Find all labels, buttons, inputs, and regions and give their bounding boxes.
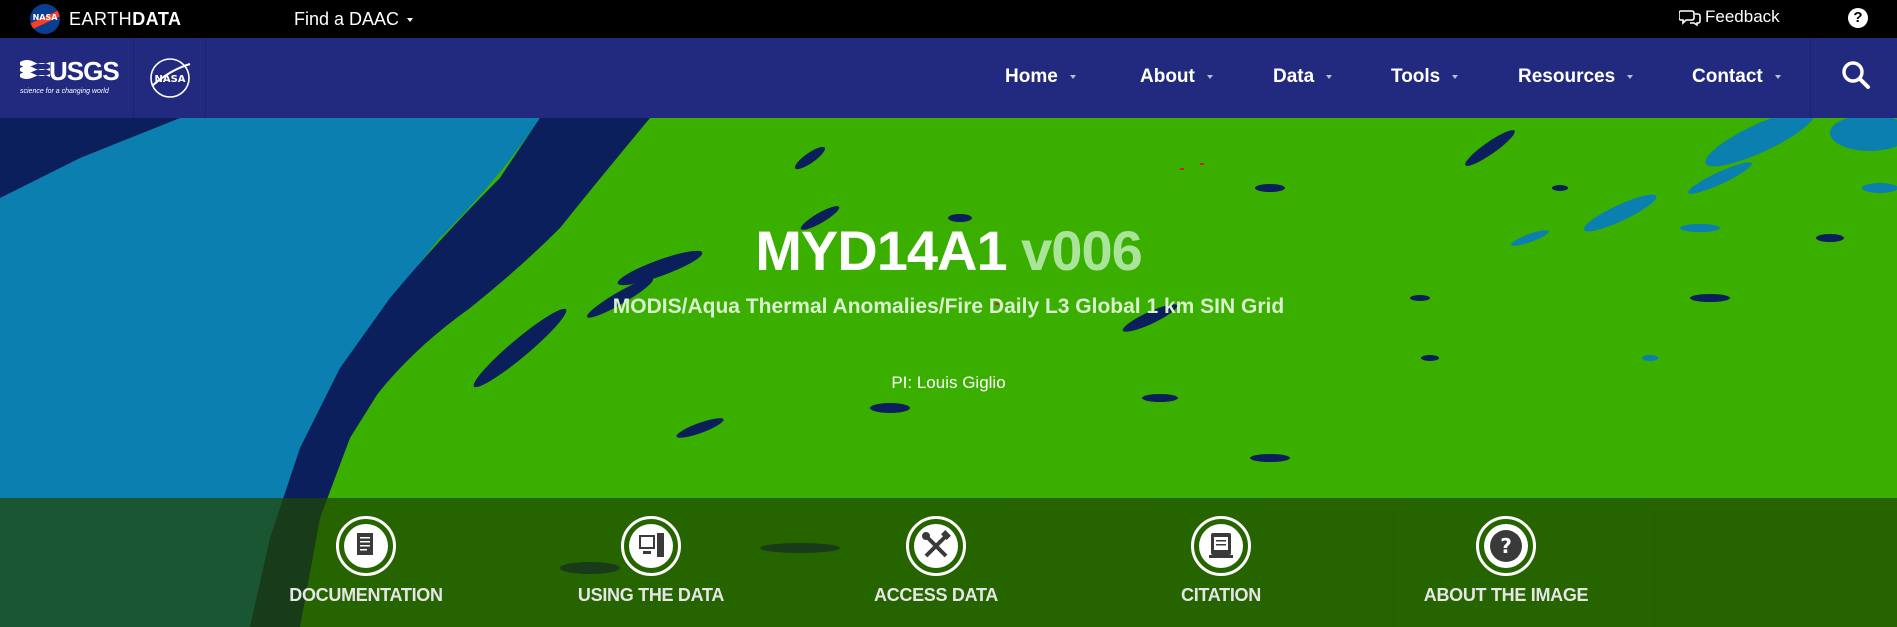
access-data-label: ACCESS DATA bbox=[873, 585, 999, 605]
chevron-down-icon bbox=[1452, 74, 1459, 79]
about-the-image-button[interactable]: ? ABOUT THE IMAGE bbox=[1386, 498, 1626, 627]
feedback-label: Feedback bbox=[1705, 7, 1780, 26]
product-version: v006 bbox=[1021, 219, 1143, 282]
search-icon bbox=[1842, 61, 1870, 89]
usgs-wave-icon bbox=[20, 60, 50, 79]
using-the-data-button[interactable]: USING THE DATA bbox=[531, 498, 771, 627]
earthdata-wordmark: EARTHDATA bbox=[69, 8, 182, 29]
main-navbar: USGS science for a changing world NASA H… bbox=[0, 38, 1897, 118]
chevron-down-icon bbox=[1069, 74, 1076, 79]
search-button[interactable] bbox=[1810, 38, 1897, 118]
earthdata-topbar: NASA EARTHDATA Find a DAAC Feedback ? bbox=[0, 0, 1897, 38]
about-the-image-label: ABOUT THE IMAGE bbox=[1423, 585, 1589, 605]
citation-label: CITATION bbox=[1181, 585, 1261, 605]
chevron-down-icon bbox=[1774, 74, 1781, 79]
tools-icon bbox=[906, 516, 966, 576]
find-daac-dropdown[interactable]: Find a DAAC bbox=[294, 9, 414, 30]
using-the-data-label: USING THE DATA bbox=[577, 585, 725, 605]
nav-about[interactable]: About bbox=[1140, 66, 1213, 88]
chevron-down-icon bbox=[1206, 74, 1213, 79]
nav-data[interactable]: Data bbox=[1273, 66, 1333, 88]
find-daac-label: Find a DAAC bbox=[294, 9, 400, 29]
chevron-down-icon bbox=[407, 18, 414, 23]
usgs-logo[interactable]: USGS science for a changing world bbox=[0, 38, 134, 118]
nasa-meatball-icon: NASA bbox=[30, 4, 60, 34]
nav-contact[interactable]: Contact bbox=[1692, 66, 1781, 88]
product-title: MYD14A1 v006 bbox=[0, 218, 1897, 283]
nav-tools[interactable]: Tools bbox=[1391, 66, 1459, 88]
svg-text:NASA: NASA bbox=[154, 74, 185, 85]
chat-bubbles-icon bbox=[1679, 10, 1701, 26]
chevron-down-icon bbox=[1627, 74, 1634, 79]
help-icon[interactable]: ? bbox=[1848, 8, 1868, 28]
computer-icon bbox=[621, 516, 681, 576]
nasa-logo[interactable]: NASA bbox=[134, 38, 206, 118]
usgs-wordmark: USGS bbox=[49, 56, 120, 86]
nav-home[interactable]: Home bbox=[1005, 66, 1076, 88]
product-subtitle: MODIS/Aqua Thermal Anomalies/Fire Daily … bbox=[612, 295, 1285, 318]
product-shortname: MYD14A1 bbox=[755, 219, 1007, 282]
question-icon: ? bbox=[1476, 516, 1536, 576]
document-icon bbox=[336, 516, 396, 576]
usgs-tagline: science for a changing world bbox=[20, 88, 109, 95]
citation-icon bbox=[1191, 516, 1251, 576]
svg-text:?: ? bbox=[1500, 534, 1512, 558]
documentation-button[interactable]: DOCUMENTATION bbox=[246, 498, 486, 627]
product-pi: PI: Louis Giglio bbox=[891, 373, 1006, 392]
action-band: DOCUMENTATION USING THE DATA ACCESS DATA… bbox=[0, 498, 1897, 627]
access-data-button[interactable]: ACCESS DATA bbox=[816, 498, 1056, 627]
chevron-down-icon bbox=[1326, 74, 1333, 79]
documentation-label: DOCUMENTATION bbox=[289, 585, 443, 605]
nasa-insignia-icon: NASA bbox=[150, 58, 191, 98]
hero-banner: MYD14A1 v006 MODIS/Aqua Thermal Anomalie… bbox=[0, 118, 1897, 627]
citation-button[interactable]: CITATION bbox=[1101, 498, 1341, 627]
nav-resources[interactable]: Resources bbox=[1518, 66, 1634, 88]
earthdata-logo[interactable]: NASA EARTHDATA bbox=[30, 4, 182, 34]
feedback-link[interactable]: Feedback bbox=[1679, 7, 1780, 27]
